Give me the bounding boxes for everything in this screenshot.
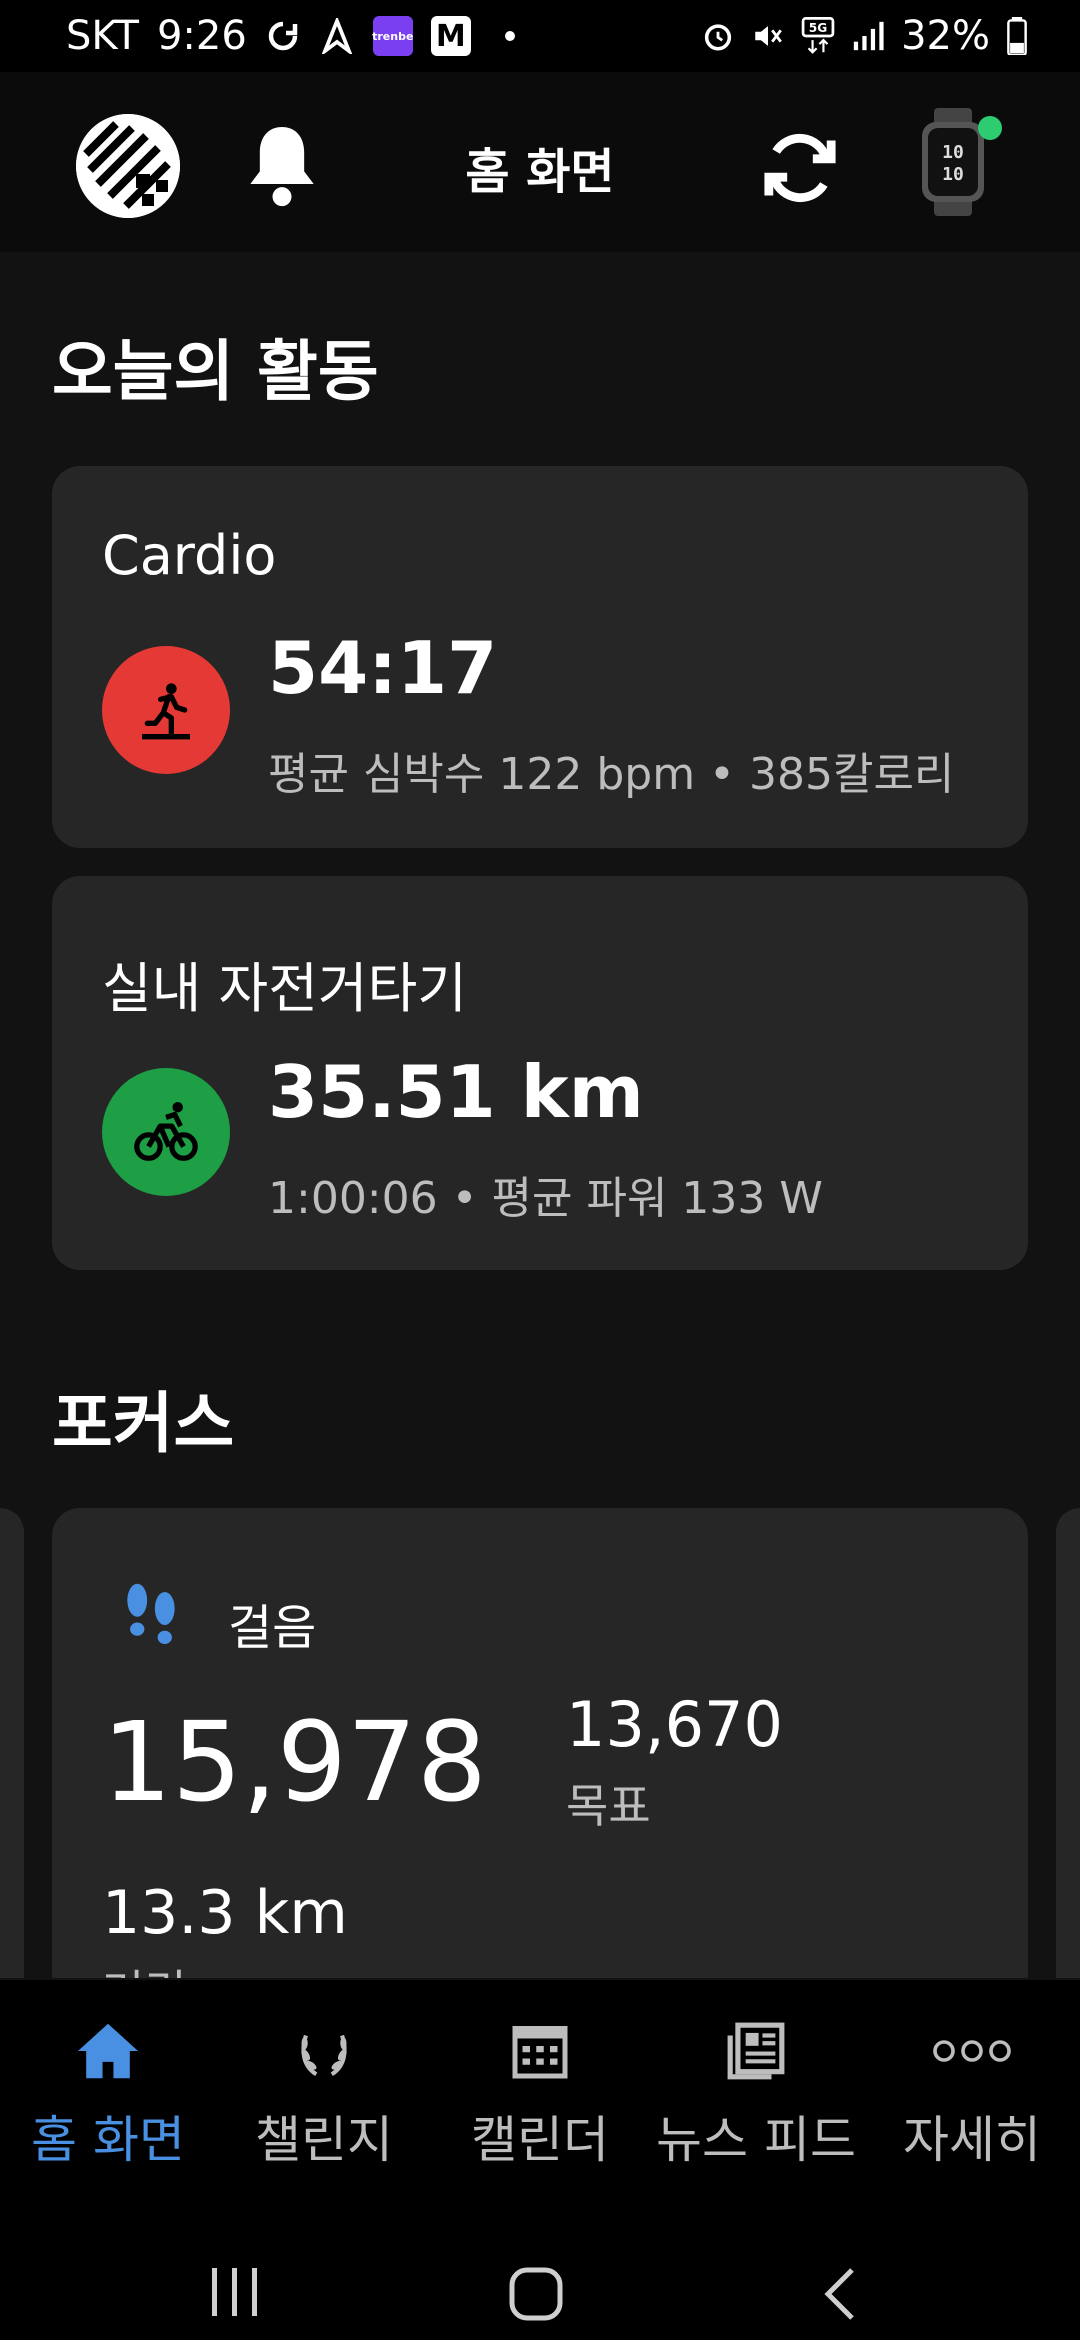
activity-detail: 1:00:06 • 평균 파워 133 W xyxy=(268,1173,823,1224)
recent-apps-icon[interactable] xyxy=(208,2266,262,2322)
more-icon xyxy=(932,2016,1012,2086)
bike-icon xyxy=(102,1068,230,1196)
trenbe-app-icon: trenbe xyxy=(372,16,413,56)
nav-more-label: 자세히 xyxy=(903,2111,1041,2169)
footprints-icon xyxy=(118,1578,184,1654)
steps-count: 15,978 xyxy=(102,1698,487,1826)
activity-card-cardio[interactable]: Cardio 54:17 평균 심박수 122 bpm • 385칼로리 xyxy=(52,466,1028,848)
sync-icon[interactable] xyxy=(756,124,844,212)
distance-value: 13.3 km xyxy=(102,1878,348,1948)
svg-text:10: 10 xyxy=(942,164,964,185)
activity-detail: 평균 심박수 122 bpm • 385칼로리 xyxy=(268,749,955,800)
nav-home-label: 홈 화면 xyxy=(31,2111,185,2169)
running-icon xyxy=(102,646,230,774)
carrier-label: SKT xyxy=(66,13,139,59)
mute-icon xyxy=(751,19,785,53)
steps-goal-label: 목표 xyxy=(566,1779,651,1833)
top-app-bar: 홈 화면 10 10 xyxy=(0,72,1080,252)
activity-name: 실내 자전거타기 xyxy=(102,957,467,1020)
distance-label: 거리 xyxy=(102,1956,187,1978)
nav-calendar[interactable]: 캘린더 xyxy=(432,1980,648,2180)
m-app-icon: M xyxy=(430,16,471,56)
nav-home[interactable]: 홈 화면 xyxy=(0,1980,216,2180)
calendar-icon xyxy=(500,2016,580,2086)
nav-calendar-label: 캘린더 xyxy=(471,2111,609,2169)
nav-challenges[interactable]: 챌린지 xyxy=(216,1980,432,2180)
nav-newsfeed-label: 뉴스 피드 xyxy=(656,2111,856,2169)
navigation-icon xyxy=(319,18,355,54)
nav-challenges-label: 챌린지 xyxy=(255,2111,393,2169)
status-bar: SKT 9:26 trenbe M 5G 32% xyxy=(0,0,1080,72)
activity-duration: 54:17 xyxy=(268,626,498,710)
device-connected-indicator xyxy=(978,116,1002,140)
svg-text:5G: 5G xyxy=(809,21,828,35)
steps-card[interactable]: 걸음 15,978 13,670 목표 13.3 km 거리 xyxy=(52,1508,1028,1978)
battery-percent: 32% xyxy=(901,13,990,59)
laurel-icon xyxy=(284,2016,364,2086)
back-icon[interactable] xyxy=(822,2266,858,2326)
newsfeed-icon xyxy=(716,2016,796,2086)
next-focus-card[interactable] xyxy=(1056,1508,1080,1978)
bottom-navigation: 홈 화면 챌린지 캘린더 뉴스 피드 자세히 xyxy=(0,1980,1080,2180)
today-activity-title: 오늘의 활동 xyxy=(52,333,379,410)
clock: 9:26 xyxy=(156,13,247,59)
battery-icon xyxy=(1006,17,1028,55)
more-notifications-dot xyxy=(504,31,515,41)
steps-goal-value: 13,670 xyxy=(566,1688,783,1761)
5g-icon: 5G xyxy=(801,17,835,55)
alarm-icon xyxy=(701,19,735,53)
previous-focus-card[interactable] xyxy=(0,1508,24,1978)
signal-icon xyxy=(851,19,885,53)
home-icon xyxy=(68,2016,148,2086)
nav-newsfeed[interactable]: 뉴스 피드 xyxy=(648,1980,864,2180)
nav-more[interactable]: 자세히 xyxy=(864,1980,1080,2180)
sync-status-icon xyxy=(265,18,301,54)
activity-card-indoor-cycling[interactable]: 실내 자전거타기 35.51 km 1:00:06 • 평균 파워 133 W xyxy=(52,876,1028,1270)
activity-name: Cardio xyxy=(102,524,277,587)
steps-label: 걸음 xyxy=(228,1600,317,1656)
home-system-icon[interactable] xyxy=(508,2266,564,2326)
focus-title: 포커스 xyxy=(52,1385,235,1462)
system-navigation-bar xyxy=(0,2180,1080,2340)
svg-text:10: 10 xyxy=(942,142,964,163)
activity-distance: 35.51 km xyxy=(268,1050,644,1134)
